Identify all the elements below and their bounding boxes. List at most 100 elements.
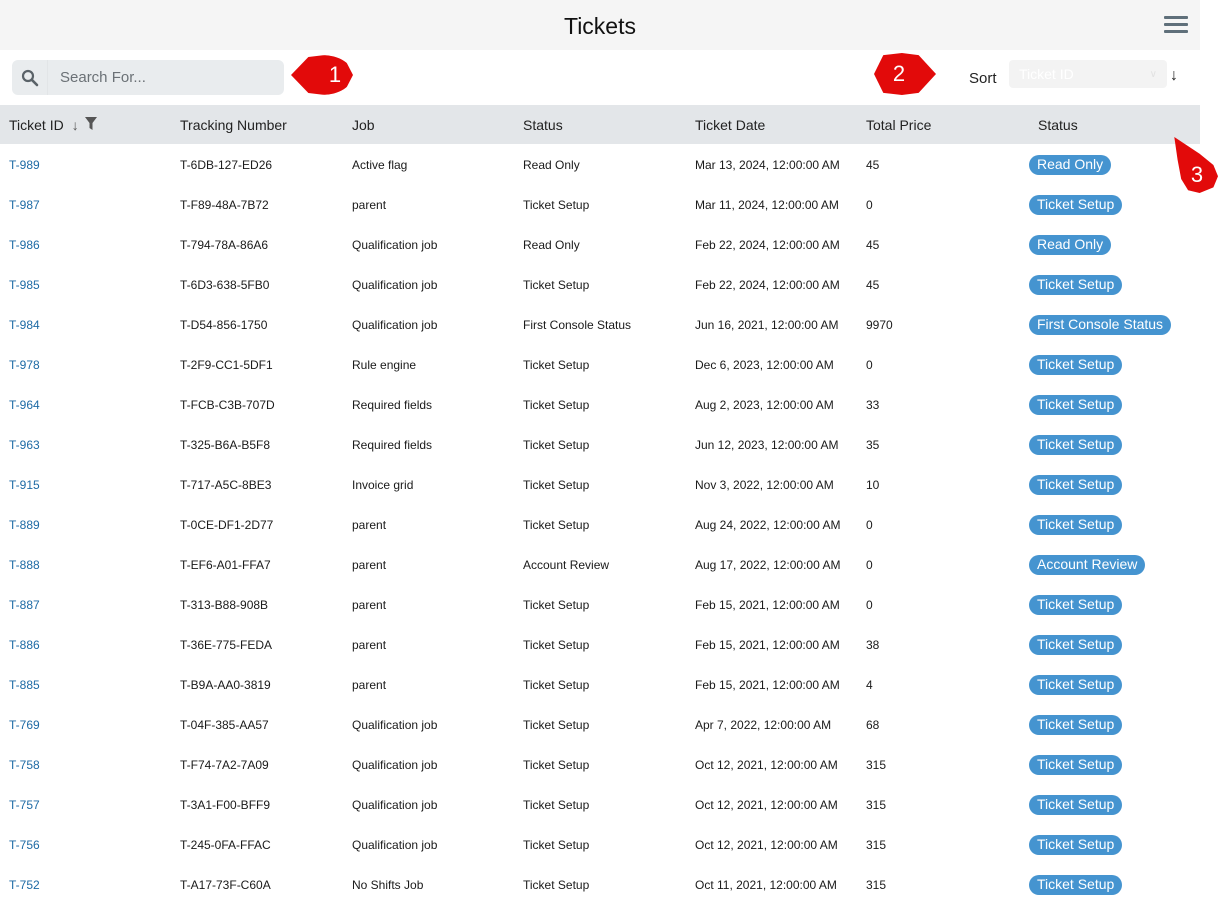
- ticket-id-link[interactable]: T-887: [9, 598, 40, 612]
- filter-icon[interactable]: [84, 117, 97, 133]
- ticket-date-cell: Jun 12, 2023, 12:00:00 AM: [695, 438, 839, 452]
- total-price-cell: 45: [866, 238, 880, 252]
- ticket-id-link[interactable]: T-964: [9, 398, 40, 412]
- tracking-number-cell: T-A17-73F-C60A: [180, 878, 271, 892]
- tracking-number-cell: T-FCB-C3B-707D: [180, 398, 275, 412]
- table-row[interactable]: T-989 T-6DB-127-ED26 Active flag Read Only M…: [0, 144, 1200, 184]
- sort-selected-value: Ticket ID: [1019, 66, 1074, 82]
- status-badge: Ticket Setup: [1029, 395, 1123, 415]
- total-price-cell: 0: [866, 558, 873, 572]
- ticket-id-link[interactable]: T-989: [9, 158, 40, 172]
- total-price-cell: 33: [866, 398, 880, 412]
- sort-arrow-down-icon[interactable]: ↓: [72, 117, 79, 133]
- status-badge: First Console Status: [1029, 315, 1172, 335]
- ticket-id-link[interactable]: T-757: [9, 798, 40, 812]
- column-header-status-badge[interactable]: Status: [1038, 117, 1078, 133]
- job-cell: Qualification job: [352, 758, 438, 772]
- table-row[interactable]: T-978 T-2F9-CC1-5DF1 Rule engine Ticket Set…: [0, 344, 1200, 384]
- table-row[interactable]: T-885 T-B9A-AA0-3819 parent Ticket Setup Feb…: [0, 664, 1200, 704]
- ticket-date-cell: Feb 15, 2021, 12:00:00 AM: [695, 638, 840, 652]
- table-row[interactable]: T-984 T-D54-856-1750 Qualification job Firs…: [0, 304, 1200, 344]
- ticket-id-link[interactable]: T-915: [9, 478, 40, 492]
- status-badge: Ticket Setup: [1029, 595, 1123, 615]
- sort-dropdown[interactable]: Ticket ID ∨: [1009, 60, 1167, 88]
- column-header-ticket-id[interactable]: Ticket ID ↓: [9, 117, 97, 133]
- status-badge: Ticket Setup: [1029, 635, 1123, 655]
- ticket-id-link[interactable]: T-886: [9, 638, 40, 652]
- table-row[interactable]: T-963 T-325-B6A-B5F8 Required fields Ticket…: [0, 424, 1200, 464]
- column-header-status[interactable]: Status: [523, 117, 563, 133]
- hamburger-icon[interactable]: [1164, 16, 1188, 33]
- column-label: Ticket ID: [9, 117, 64, 133]
- table-row[interactable]: T-769 T-04F-385-AA57 Qualification job Tick…: [0, 704, 1200, 744]
- tracking-number-cell: T-EF6-A01-FFA7: [180, 558, 271, 572]
- job-cell: Required fields: [352, 398, 433, 412]
- tracking-number-cell: T-717-A5C-8BE3: [180, 478, 272, 492]
- status-cell: Ticket Setup: [523, 398, 590, 412]
- table-row[interactable]: T-888 T-EF6-A01-FFA7 parent Account Review A…: [0, 544, 1200, 584]
- table-row[interactable]: T-752 T-A17-73F-C60A No Shifts Job Ticket S…: [0, 864, 1200, 900]
- status-cell: Ticket Setup: [523, 598, 590, 612]
- status-badge: Ticket Setup: [1029, 515, 1123, 535]
- tracking-number-cell: T-6DB-127-ED26: [180, 158, 273, 172]
- ticket-id-link[interactable]: T-963: [9, 438, 40, 452]
- table-row[interactable]: T-985 T-6D3-638-5FB0 Qualification job Tick…: [0, 264, 1200, 304]
- tracking-number-cell: T-D54-856-1750: [180, 318, 268, 332]
- total-price-cell: 315: [866, 838, 887, 852]
- total-price-cell: 0: [866, 358, 873, 372]
- ticket-id-link[interactable]: T-984: [9, 318, 40, 332]
- ticket-date-cell: Feb 22, 2024, 12:00:00 AM: [695, 238, 840, 252]
- status-cell: Ticket Setup: [523, 718, 590, 732]
- ticket-id-link[interactable]: T-888: [9, 558, 40, 572]
- total-price-cell: 9970: [866, 318, 893, 332]
- table-row[interactable]: T-987 T-F89-48A-7B72 parent Ticket Setup Mar…: [0, 184, 1200, 224]
- sort-direction-button[interactable]: ↓: [1170, 67, 1178, 85]
- tracking-number-cell: T-B9A-AA0-3819: [180, 678, 271, 692]
- ticket-id-link[interactable]: T-885: [9, 678, 40, 692]
- job-cell: parent: [352, 638, 387, 652]
- ticket-date-cell: Feb 22, 2024, 12:00:00 AM: [695, 278, 840, 292]
- table-row[interactable]: T-889 T-0CE-DF1-2D77 parent Ticket Setup Aug…: [0, 504, 1200, 544]
- ticket-id-link[interactable]: T-756: [9, 838, 40, 852]
- ticket-id-link[interactable]: T-769: [9, 718, 40, 732]
- ticket-id-link[interactable]: T-752: [9, 878, 40, 892]
- status-badge: Ticket Setup: [1029, 195, 1123, 215]
- status-cell: Ticket Setup: [523, 798, 590, 812]
- column-header-job[interactable]: Job: [352, 117, 375, 133]
- table-row[interactable]: T-986 T-794-78A-86A6 Qualification job Read…: [0, 224, 1200, 264]
- ticket-id-link[interactable]: T-758: [9, 758, 40, 772]
- tracking-number-cell: T-36E-775-FEDA: [180, 638, 273, 652]
- table-row[interactable]: T-886 T-36E-775-FEDA parent Ticket Setup Feb…: [0, 624, 1200, 664]
- column-header-total-price[interactable]: Total Price: [866, 117, 931, 133]
- table-row[interactable]: T-757 T-3A1-F00-BFF9 Qualification job Tick…: [0, 784, 1200, 824]
- total-price-cell: 315: [866, 798, 887, 812]
- title-bar: Tickets: [0, 0, 1200, 50]
- table-row[interactable]: T-756 T-245-0FA-FFAC Qualification job Tick…: [0, 824, 1200, 864]
- ticket-id-link[interactable]: T-978: [9, 358, 40, 372]
- table-row[interactable]: T-915 T-717-A5C-8BE3 Invoice grid Ticket Se…: [0, 464, 1200, 504]
- tracking-number-cell: T-2F9-CC1-5DF1: [180, 358, 273, 372]
- ticket-id-link[interactable]: T-889: [9, 518, 40, 532]
- search-input[interactable]: [48, 69, 268, 86]
- ticket-id-link[interactable]: T-986: [9, 238, 40, 252]
- ticket-id-link[interactable]: T-987: [9, 198, 40, 212]
- status-cell: First Console Status: [523, 318, 632, 332]
- column-header-tracking-number[interactable]: Tracking Number: [180, 117, 287, 133]
- table-row[interactable]: T-887 T-313-B88-908B parent Ticket Setup Feb…: [0, 584, 1200, 624]
- job-cell: Qualification job: [352, 238, 438, 252]
- job-cell: parent: [352, 678, 387, 692]
- total-price-cell: 45: [866, 278, 880, 292]
- total-price-cell: 35: [866, 438, 880, 452]
- tracking-number-cell: T-6D3-638-5FB0: [180, 278, 270, 292]
- table-row[interactable]: T-964 T-FCB-C3B-707D Required fields Ticket…: [0, 384, 1200, 424]
- job-cell: parent: [352, 198, 387, 212]
- tickets-app: Tickets Sort Ticket ID ∨ ↓ Ticket ID ↓: [0, 0, 1200, 900]
- ticket-id-link[interactable]: T-985: [9, 278, 40, 292]
- job-cell: Qualification job: [352, 278, 438, 292]
- column-header-ticket-date[interactable]: Ticket Date: [695, 117, 765, 133]
- search-icon[interactable]: [12, 60, 48, 95]
- table-row[interactable]: T-758 T-F74-7A2-7A09 Qualification job Tick…: [0, 744, 1200, 784]
- tracking-number-cell: T-F89-48A-7B72: [180, 198, 269, 212]
- search-box[interactable]: [12, 60, 284, 95]
- tracking-number-cell: T-04F-385-AA57: [180, 718, 269, 732]
